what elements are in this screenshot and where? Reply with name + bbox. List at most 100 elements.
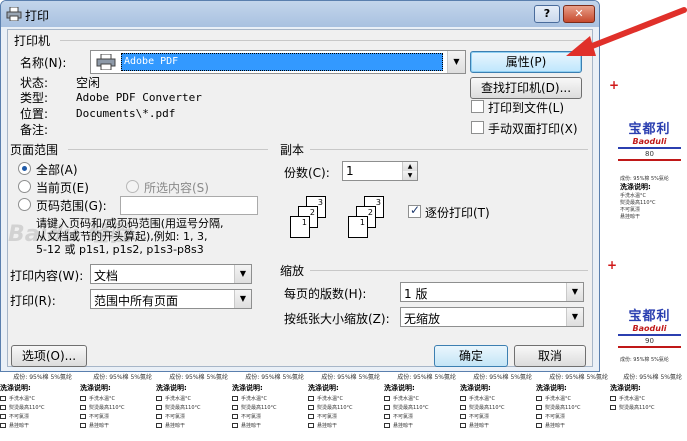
print-scope-select[interactable]: 范围中所有页面 ▼ [90, 289, 252, 309]
wash-line: 手洗水温°C [156, 395, 234, 402]
print-to-file-label[interactable]: 打印到文件(L) [488, 99, 564, 116]
wash-line: 熨烫最高110°C [0, 404, 78, 411]
care-label-column: 成份: 95%棉 5%氨纶 洗涤说明: 手洗水温°C 熨烫最高110°C 不可氯… [156, 372, 234, 429]
wash-line: 不可氯漂 [80, 413, 158, 420]
radio-selection-label[interactable]: 所选内容(S) [144, 179, 209, 196]
label-number: 90 [645, 337, 654, 345]
wash-line: 手洗水温°C [610, 395, 687, 402]
copies-count-label: 份数(C): [284, 166, 330, 180]
wash-line: 熨烫最高110°C [80, 404, 158, 411]
composition-text: 成份: 95%棉 5%氨纶 [473, 374, 532, 381]
registration-mark: + [607, 258, 618, 272]
collate-label[interactable]: 逐份打印(T) [425, 204, 490, 221]
zoom-group-label: 缩放 [280, 264, 305, 278]
printer-group-label: 打印机 [14, 34, 51, 48]
care-label-bottom: 宝都利 Baoduli 90 成份: 95%棉 5%氨纶 [612, 305, 687, 363]
print-what-label: 打印内容(W): [10, 269, 84, 283]
scale-label: 按纸张大小缩放(Z): [284, 312, 390, 326]
wash-title: 洗涤说明: [156, 384, 187, 392]
scale-select[interactable]: 无缩放 ▼ [400, 307, 584, 327]
chevron-down-icon[interactable]: ▼ [403, 171, 417, 180]
composition-text: 成份: 95%棉 5%氨纶 [397, 374, 456, 381]
ok-button[interactable]: 确定 [434, 345, 508, 367]
chevron-down-icon[interactable]: ▼ [566, 283, 583, 301]
manual-duplex-checkbox[interactable] [471, 121, 484, 134]
wash-line: 手洗水温°C [308, 395, 386, 402]
cancel-button[interactable]: 取消 [514, 345, 586, 367]
page-range-input[interactable] [120, 196, 258, 215]
wash-line: 熨烫最高110°C [308, 404, 386, 411]
radio-current-page-label[interactable]: 当前页(E) [36, 179, 89, 196]
radio-current-page[interactable] [18, 180, 31, 193]
wash-line: 熨烫最高110°C [610, 404, 687, 411]
brand-bar [618, 147, 681, 149]
chevron-down-icon[interactable]: ▼ [447, 51, 465, 73]
wash-line: 手洗水温°C [384, 395, 462, 402]
collate-checkbox[interactable] [408, 203, 421, 218]
wash-line: 不可氯漂 [620, 207, 641, 213]
print-what-value: 文档 [94, 269, 119, 283]
printer-selected-text: Adobe PDF [124, 56, 179, 67]
wash-line: 悬挂晾干 [80, 422, 158, 429]
radio-page-range-label[interactable]: 页码范围(G): [36, 197, 107, 214]
copies-stepper[interactable]: 1 ▲ ▼ [342, 161, 418, 181]
spin-buttons[interactable]: ▲ ▼ [402, 162, 417, 180]
radio-page-range[interactable] [18, 198, 31, 211]
brand-name-cn: 宝都利 [628, 309, 671, 324]
chevron-up-icon[interactable]: ▲ [403, 162, 417, 171]
wash-line: 手洗水温°C [536, 395, 614, 402]
divider [60, 40, 588, 41]
radio-all-label[interactable]: 全部(A) [36, 161, 78, 178]
printer-name-label: 名称(N): [20, 56, 67, 70]
composition-text: 成份: 95%棉 5%氨纶 [321, 374, 380, 381]
brand-name-cn: 宝都利 [628, 122, 671, 137]
pages-per-sheet-label: 每页的版数(H): [284, 287, 367, 301]
wash-title: 洗涤说明: [80, 384, 111, 392]
wash-title: 洗涤说明: [384, 384, 415, 392]
wash-line: 不可氯漂 [156, 413, 234, 420]
care-label-column: 成份: 95%棉 5%氨纶 洗涤说明: 手洗水温°C 熨烫最高110°C 不可氯… [460, 372, 538, 429]
chevron-down-icon[interactable]: ▼ [234, 290, 251, 308]
page-icon: 1 [290, 216, 310, 238]
wash-line: 熨烫最高110°C [232, 404, 310, 411]
composition-text: 成份: 95%棉 5%氨纶 [13, 374, 72, 381]
divider [68, 149, 268, 150]
chevron-down-icon[interactable]: ▼ [234, 265, 251, 283]
manual-duplex-label[interactable]: 手动双面打印(X) [488, 120, 578, 137]
wash-line: 熨烫最高110°C [536, 404, 614, 411]
radio-all[interactable] [18, 162, 31, 175]
print-what-select[interactable]: 文档 ▼ [90, 264, 252, 284]
annotation-arrow-icon [566, 7, 687, 56]
wash-title: 洗涤说明: [308, 384, 339, 392]
brand-bar [618, 346, 681, 348]
find-printer-button[interactable]: 查找打印机(D)... [470, 77, 582, 99]
wash-line: 熨烫最高110°C [384, 404, 462, 411]
wash-line: 熨烫最高110°C [460, 404, 538, 411]
printer-select[interactable]: Adobe PDF ▼ [90, 50, 466, 74]
brand-bar [618, 334, 681, 336]
print-scope-label: 打印(R): [10, 294, 56, 308]
options-button[interactable]: 选项(O)... [11, 345, 87, 367]
divider [310, 149, 588, 150]
care-label-column: 成份: 95%棉 5%氨纶 洗涤说明: 手洗水温°C 熨烫最高110°C 不可氯… [308, 372, 386, 429]
composition-text: 成份: 95%棉 5%氨纶 [169, 374, 228, 381]
print-to-file-checkbox[interactable] [471, 100, 484, 113]
care-label-column: 成份: 95%棉 5%氨纶 洗涤说明: 手洗水温°C 熨烫最高110°C 不可氯… [384, 372, 462, 429]
chevron-down-icon[interactable]: ▼ [566, 308, 583, 326]
pages-per-sheet-select[interactable]: 1 版 ▼ [400, 282, 584, 302]
dialog-body: 打印机 名称(N): Adobe PDF ▼ 属性(P) 查找打印机(D)...… [7, 29, 593, 367]
wash-title: 洗涤说明: [536, 384, 567, 392]
title-bar: 打印 ? ✕ [1, 1, 599, 27]
radio-selection[interactable] [126, 180, 139, 193]
where-label: 位置: [20, 107, 49, 121]
composition-text: 成份: 95%棉 5%氨纶 [623, 374, 682, 381]
wash-title: 洗涤说明: [460, 384, 491, 392]
help-button[interactable]: ? [534, 5, 560, 23]
wash-line: 不可氯漂 [308, 413, 386, 420]
wash-line: 悬挂晾干 [536, 422, 614, 429]
composition-text: 成份: 95%棉 5%氨纶 [245, 374, 304, 381]
wash-line: 悬挂晾干 [156, 422, 234, 429]
divider [310, 270, 588, 271]
composition-text: 成份: 95%棉 5%氨纶 [549, 374, 608, 381]
care-label-column: 成份: 95%棉 5%氨纶 洗涤说明: 手洗水温°C 熨烫最高110°C 不可氯… [0, 372, 78, 429]
